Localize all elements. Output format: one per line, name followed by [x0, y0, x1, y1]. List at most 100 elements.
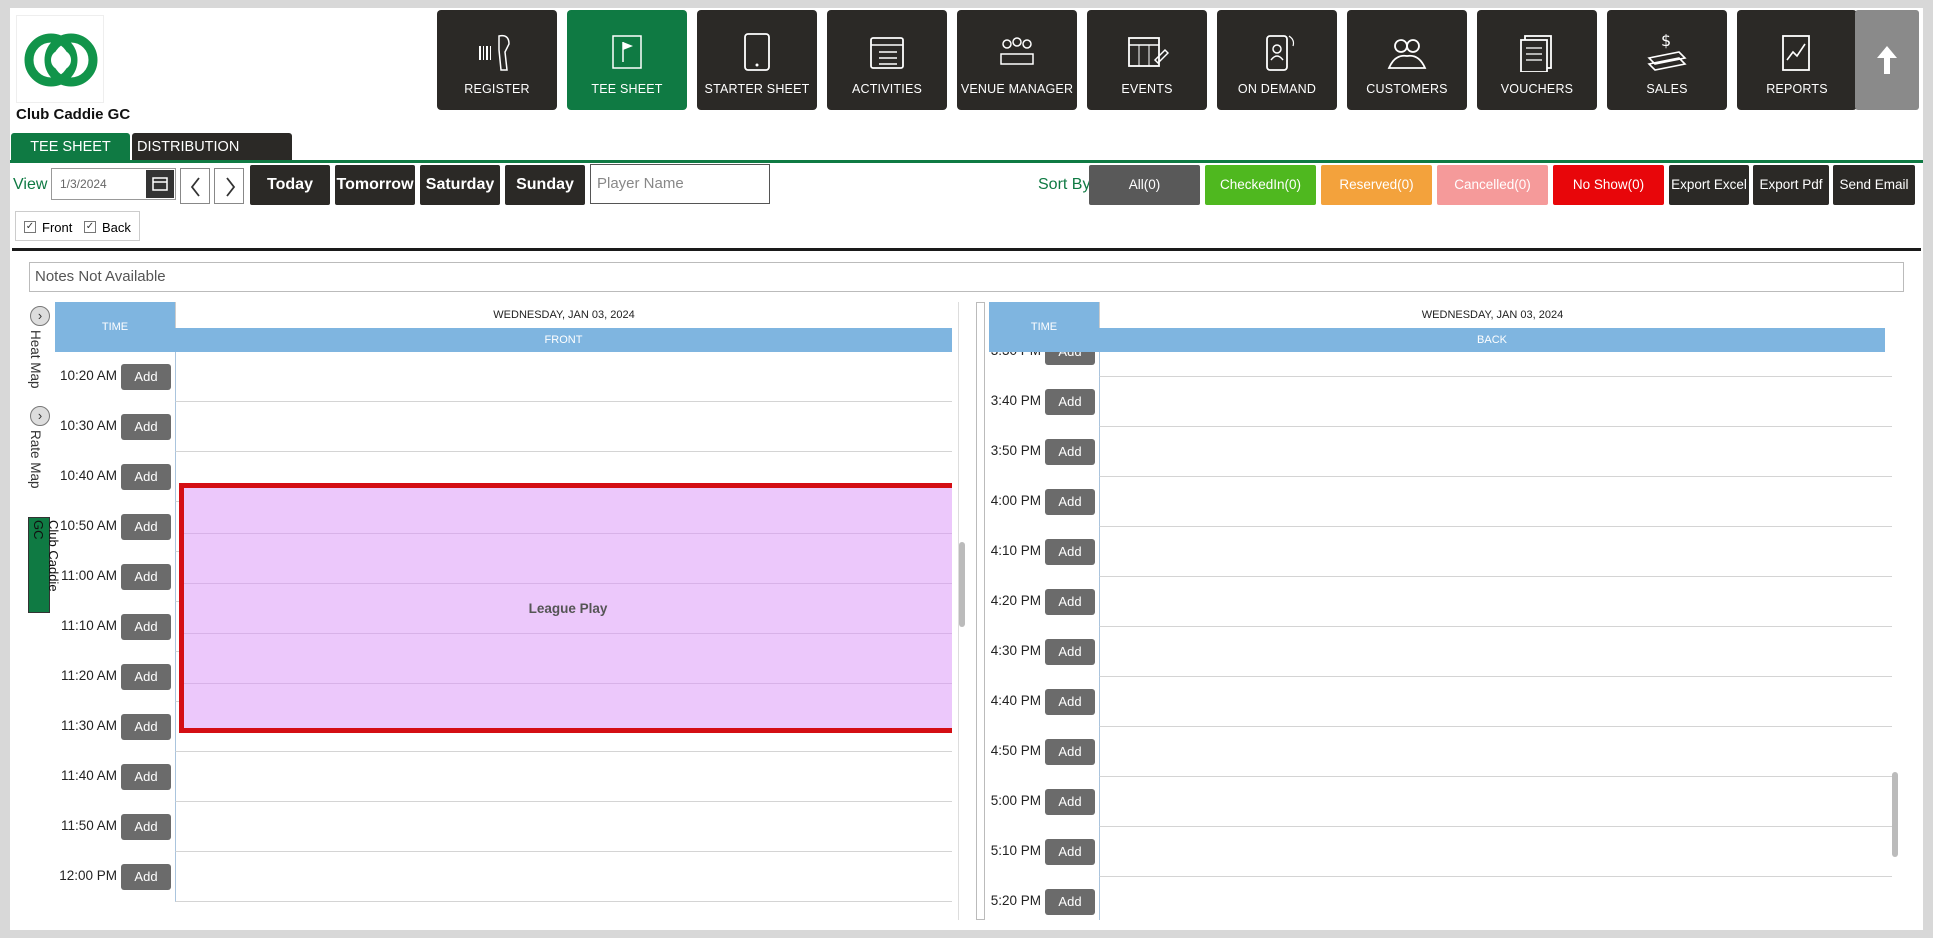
flag-icon [612, 35, 642, 69]
add-booking-button[interactable]: Add [1045, 489, 1095, 515]
tee-time: 11:00 AM [60, 568, 117, 583]
export-pdf-button[interactable]: Export Pdf [1753, 165, 1829, 205]
filter-noshow-button[interactable]: No Show(0) [1553, 165, 1664, 205]
add-booking-button[interactable]: Add [1045, 389, 1095, 415]
add-booking-button[interactable]: Add [121, 864, 171, 890]
add-booking-button[interactable]: Add [121, 714, 171, 740]
back-tee-sheet: TIME WEDNESDAY, JAN 03, 2024 BACK 3:30 P… [989, 302, 1895, 920]
tee-time-row: 10:30 AM Add [55, 402, 952, 452]
front-rows: 10:20 AM Add 10:30 AM Add 10:40 AM Add 10:50 A… [55, 352, 952, 920]
nav-on-demand-button[interactable]: ON DEMAND [1217, 10, 1337, 110]
nav-sales-button[interactable]: $ SALES [1607, 10, 1727, 110]
next-day-button[interactable] [214, 168, 244, 204]
add-booking-button[interactable]: Add [121, 814, 171, 840]
tee-slot[interactable] [1099, 377, 1895, 427]
add-booking-button[interactable]: Add [1045, 539, 1095, 565]
sunday-button[interactable]: Sunday [505, 165, 585, 205]
filter-cancelled-button[interactable]: Cancelled(0) [1437, 165, 1548, 205]
nav-starter-sheet-button[interactable]: STARTER SHEET [697, 10, 817, 110]
front-checkbox[interactable]: ✓ [24, 221, 36, 233]
filter-all-button[interactable]: All(0) [1089, 165, 1200, 205]
nav-activities-button[interactable]: ACTIVITIES [827, 10, 947, 110]
add-booking-button[interactable]: Add [1045, 689, 1095, 715]
tee-slot[interactable] [175, 352, 952, 402]
back-checkbox[interactable]: ✓ [84, 221, 96, 233]
add-booking-button[interactable]: Add [121, 764, 171, 790]
tee-slot[interactable] [1099, 477, 1895, 527]
tee-slot[interactable] [175, 852, 952, 902]
tee-slot[interactable] [1099, 527, 1895, 577]
tee-slot[interactable] [175, 802, 952, 852]
saturday-button[interactable]: Saturday [420, 165, 500, 205]
tee-slot[interactable] [1099, 577, 1895, 627]
tee-time-row: 10:20 AM Add [55, 352, 952, 402]
today-button[interactable]: Today [250, 165, 330, 205]
nav-label: SALES [1646, 82, 1688, 96]
tee-slot[interactable] [175, 752, 952, 802]
back-course-header: BACK [1099, 328, 1885, 352]
tee-time-row: 3:30 PM Add [989, 352, 1895, 377]
tee-slot[interactable] [1099, 727, 1895, 777]
date-picker[interactable]: 1/3/2024 [51, 168, 176, 200]
tab-distribution-engine[interactable]: DISTRIBUTION ENGINE [132, 133, 292, 183]
tee-slot[interactable] [1099, 827, 1895, 877]
nav-reports-button[interactable]: REPORTS [1737, 10, 1857, 110]
filter-reserved-button[interactable]: Reserved(0) [1321, 165, 1432, 205]
add-booking-button[interactable]: Add [121, 614, 171, 640]
add-booking-button[interactable]: Add [121, 464, 171, 490]
club-side-tab[interactable]: Club Caddie GC [28, 517, 61, 613]
add-booking-button[interactable]: Add [121, 364, 171, 390]
back-scroll-thumb[interactable] [1892, 772, 1898, 857]
tee-slot[interactable] [1099, 877, 1895, 920]
add-booking-button[interactable]: Add [1045, 352, 1095, 365]
send-email-button[interactable]: Send Email [1833, 165, 1915, 205]
tee-slot[interactable] [1099, 677, 1895, 727]
tee-slot[interactable] [1099, 627, 1895, 677]
add-booking-button[interactable]: Add [1045, 439, 1095, 465]
nav-tee-sheet-button[interactable]: TEE SHEET [567, 10, 687, 110]
add-booking-button[interactable]: Add [1045, 589, 1095, 615]
league-play-block[interactable]: League Play [179, 483, 952, 733]
add-booking-button[interactable]: Add [121, 514, 171, 540]
heat-map-toggle[interactable]: › [30, 306, 50, 326]
add-booking-button[interactable]: Add [1045, 789, 1095, 815]
tee-time: 5:10 PM [990, 843, 1041, 858]
nav-label: ACTIVITIES [851, 82, 923, 96]
rate-map-toggle[interactable]: › [30, 406, 50, 426]
tee-slot[interactable] [1099, 352, 1895, 377]
nav-events-button[interactable]: EVENTS [1087, 10, 1207, 110]
add-booking-button[interactable]: Add [121, 664, 171, 690]
nav-register-button[interactable]: REGISTER [437, 10, 557, 110]
add-booking-button[interactable]: Add [1045, 639, 1095, 665]
tomorrow-button[interactable]: Tomorrow [335, 165, 415, 205]
nav-label: TEE SHEET [591, 82, 663, 96]
tab-tee-sheet[interactable]: TEE SHEET [11, 133, 130, 161]
back-scrollbar[interactable] [1892, 302, 1898, 920]
nav-venue-manager-button[interactable]: VENUE MANAGER [957, 10, 1077, 110]
rate-map-label[interactable]: Rate Map [28, 430, 43, 489]
front-scroll-thumb[interactable] [959, 542, 965, 627]
add-booking-button[interactable]: Add [1045, 839, 1095, 865]
add-booking-button[interactable]: Add [1045, 889, 1095, 915]
player-name-input[interactable]: Player Name [590, 164, 770, 204]
front-scrollbar[interactable] [958, 302, 965, 920]
tee-time-row: 4:20 PM Add [989, 577, 1895, 627]
tee-time: 10:50 AM [59, 518, 117, 533]
tee-time-row: 3:40 PM Add [989, 377, 1895, 427]
calendar-icon[interactable] [146, 170, 174, 198]
filter-checkedin-button[interactable]: CheckedIn(0) [1205, 165, 1316, 205]
add-booking-button[interactable]: Add [121, 564, 171, 590]
export-excel-button[interactable]: Export Excel [1669, 165, 1749, 205]
tee-slot[interactable] [1099, 777, 1895, 827]
heat-map-label[interactable]: Heat Map [28, 330, 43, 389]
add-booking-button[interactable]: Add [121, 414, 171, 440]
tee-slot[interactable] [175, 402, 952, 452]
tee-slot[interactable] [1099, 427, 1895, 477]
nav-customers-button[interactable]: CUSTOMERS [1347, 10, 1467, 110]
prev-day-button[interactable] [180, 168, 210, 204]
tee-time-row: 5:00 PM Add [989, 777, 1895, 827]
tee-time: 3:40 PM [990, 393, 1041, 408]
nav-vouchers-button[interactable]: VOUCHERS [1477, 10, 1597, 110]
add-booking-button[interactable]: Add [1045, 739, 1095, 765]
scroll-top-button[interactable] [1855, 10, 1919, 110]
